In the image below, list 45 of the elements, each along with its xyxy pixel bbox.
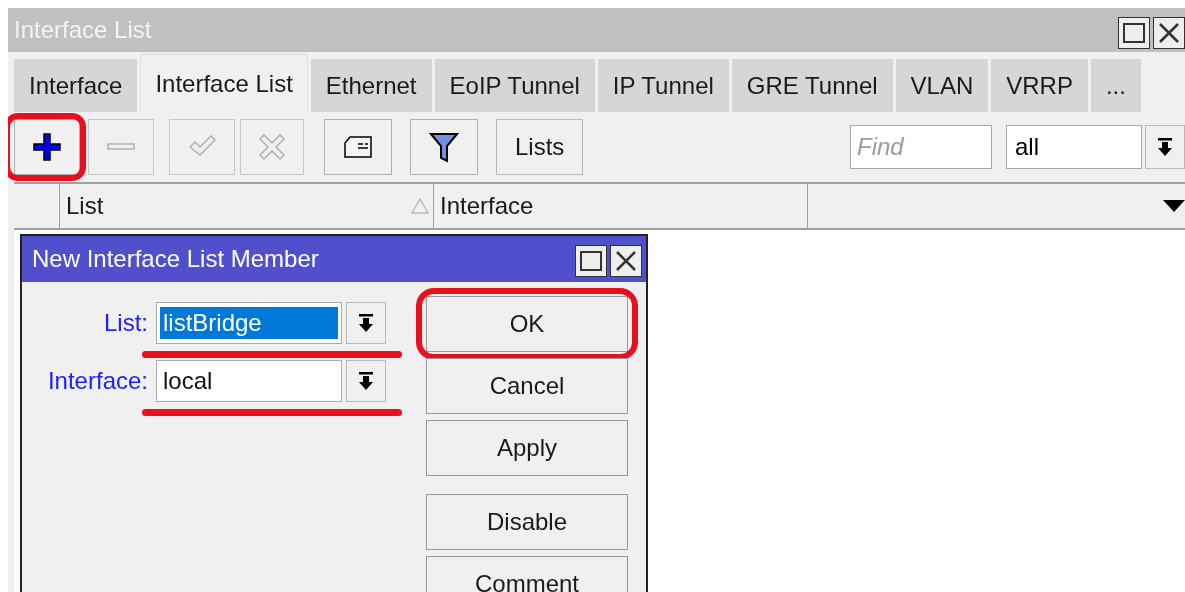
tab[interactable]: ... — [1090, 59, 1141, 112]
column-header[interactable]: Interface — [434, 184, 808, 228]
column-header[interactable]: List — [60, 184, 434, 228]
tab[interactable]: Ethernet — [310, 59, 432, 112]
add-button[interactable] — [14, 119, 80, 175]
tab[interactable]: VLAN — [895, 59, 989, 112]
sort-icon — [411, 198, 429, 214]
dialog-button[interactable]: Cancel — [426, 358, 628, 414]
lists-button[interactable]: Lists — [496, 119, 584, 175]
field-value: local — [162, 366, 214, 396]
tab[interactable]: Interface List — [140, 54, 308, 112]
tab[interactable]: VRRP — [991, 59, 1088, 112]
dialog-button[interactable]: Comment — [426, 556, 628, 592]
dialog-button[interactable]: OK — [426, 296, 628, 352]
tab[interactable]: IP Tunnel — [597, 59, 729, 112]
field-label: List: — [103, 309, 148, 337]
filter-button[interactable] — [410, 119, 478, 175]
minus-icon — [107, 142, 135, 152]
dropdown-arrow-icon — [1156, 137, 1174, 157]
tab[interactable]: Interface — [14, 59, 138, 112]
column-menu-icon[interactable] — [1163, 200, 1185, 212]
dropdown-button[interactable] — [1145, 125, 1185, 169]
comment-button[interactable] — [324, 119, 392, 175]
find-field[interactable]: Find — [850, 125, 992, 169]
check-icon — [188, 135, 216, 159]
combo-field[interactable]: local — [156, 360, 342, 402]
dropdown-button[interactable] — [346, 360, 386, 402]
dialog-button[interactable]: Disable — [426, 494, 628, 550]
dropdown-button[interactable] — [346, 302, 386, 344]
note-icon — [343, 135, 373, 159]
cross-icon — [259, 134, 285, 160]
close-button[interactable] — [610, 245, 642, 277]
tab[interactable]: GRE Tunnel — [731, 59, 893, 112]
dialog-button[interactable]: Apply — [426, 420, 628, 476]
maximize-button[interactable] — [575, 245, 607, 277]
field-label: Interface: — [46, 367, 148, 395]
filter-icon — [429, 131, 459, 163]
filter-select[interactable]: all — [1006, 125, 1142, 169]
close-button[interactable] — [1153, 17, 1185, 49]
dialog-title: New Interface List Member — [32, 245, 319, 273]
maximize-button[interactable] — [1118, 17, 1150, 49]
dropdown-arrow-icon — [357, 313, 375, 333]
tab[interactable]: EoIP Tunnel — [434, 59, 595, 112]
plus-icon — [33, 133, 61, 161]
dropdown-arrow-icon — [357, 371, 375, 391]
